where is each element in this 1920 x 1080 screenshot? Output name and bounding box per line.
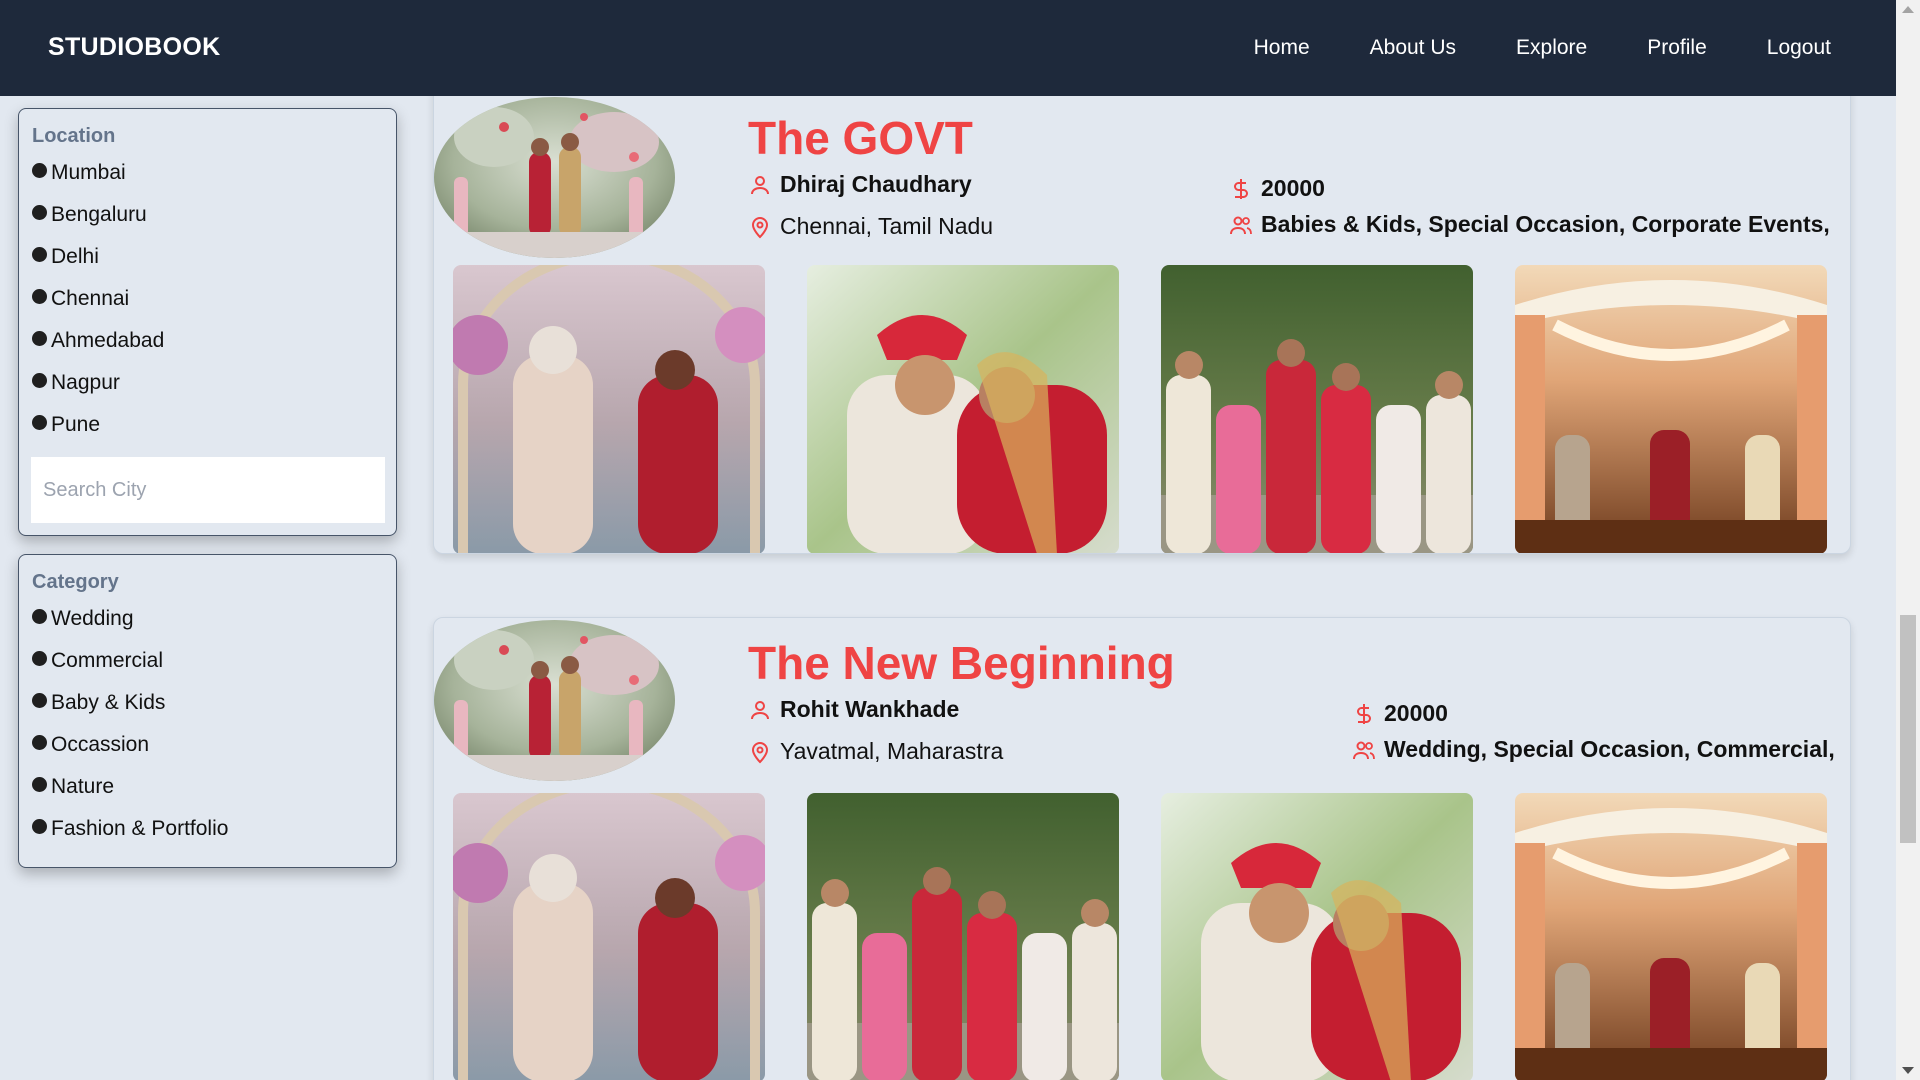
option-label: Fashion & Portfolio [51, 817, 229, 840]
radio-icon[interactable] [32, 204, 47, 220]
users-icon [1230, 216, 1252, 234]
studio-card[interactable]: The New Beginning Rohit Wankhade Yavatma… [433, 617, 1851, 1080]
studio-card[interactable]: The GOVT Dhiraj Chaudhary Chennai, Tamil… [433, 60, 1851, 554]
gallery-photo[interactable] [453, 265, 765, 553]
radio-icon[interactable] [32, 162, 47, 178]
radio-icon[interactable] [32, 330, 47, 346]
location-option-chennai[interactable]: Chennai [32, 287, 129, 311]
navbar: STUDIOBOOK Home About Us Explore Profile… [0, 0, 1896, 96]
studio-location: Chennai, Tamil Nadu [780, 213, 994, 239]
studio-owner: Rohit Wankhade [780, 696, 960, 722]
radio-icon[interactable] [32, 692, 47, 708]
category-filter-panel: Category Wedding Commercial Baby & Kids … [18, 554, 397, 868]
studio-price: 20000 [1384, 700, 1448, 726]
gallery-photo[interactable] [807, 793, 1119, 1080]
scroll-thumb[interactable] [1900, 615, 1916, 843]
studio-name[interactable]: The New Beginning [748, 636, 1175, 690]
location-option-ahmedabad[interactable]: Ahmedabad [32, 329, 164, 353]
option-label: Commercial [51, 649, 164, 672]
location-option-nagpur[interactable]: Nagpur [32, 371, 120, 395]
user-icon [751, 175, 769, 194]
category-option-nature[interactable]: Nature [32, 775, 114, 799]
category-option-fashion-portfolio[interactable]: Fashion & Portfolio [32, 817, 228, 841]
radio-icon[interactable] [32, 734, 47, 750]
dollar-icon [1357, 703, 1371, 724]
studio-price: 20000 [1261, 175, 1325, 201]
category-option-baby-kids[interactable]: Baby & Kids [32, 691, 165, 715]
option-label: Delhi [51, 245, 99, 268]
radio-icon[interactable] [32, 414, 47, 430]
studio-avatar [434, 97, 675, 258]
location-option-pune[interactable]: Pune [32, 413, 100, 437]
page-scrollbar[interactable] [1896, 0, 1920, 1080]
radio-icon[interactable] [32, 288, 47, 304]
radio-icon[interactable] [32, 776, 47, 792]
studio-owner-row: Rohit Wankhade [748, 696, 959, 723]
scroll-up-arrow-icon[interactable] [1902, 6, 1914, 13]
studio-price-row: 20000 [1229, 175, 1325, 202]
user-icon [751, 700, 769, 719]
radio-icon[interactable] [32, 608, 47, 624]
location-pin-icon [751, 216, 769, 238]
option-label: Bengaluru [51, 203, 147, 226]
studio-price-row: 20000 [1352, 700, 1448, 727]
location-option-delhi[interactable]: Delhi [32, 245, 99, 269]
nav-link-explore[interactable]: Explore [1516, 36, 1587, 60]
category-option-occassion[interactable]: Occassion [32, 733, 149, 757]
studio-owner-row: Dhiraj Chaudhary [748, 171, 972, 198]
radio-icon[interactable] [32, 372, 47, 388]
nav-link-logout[interactable]: Logout [1767, 36, 1831, 60]
option-label: Wedding [51, 607, 134, 630]
studio-location-row: Chennai, Tamil Nadu [748, 213, 993, 240]
option-label: Ahmedabad [51, 329, 165, 352]
radio-icon[interactable] [32, 818, 47, 834]
nav-link-about[interactable]: About Us [1370, 36, 1456, 60]
option-label: Baby & Kids [51, 691, 166, 714]
category-filter-title: Category [32, 571, 119, 593]
option-label: Nagpur [51, 371, 120, 394]
studio-owner: Dhiraj Chaudhary [780, 171, 972, 197]
location-filter-title: Location [32, 125, 116, 147]
radio-icon[interactable] [32, 650, 47, 666]
gallery-photo[interactable] [1515, 793, 1827, 1080]
radio-icon[interactable] [32, 246, 47, 262]
studio-location-row: Yavatmal, Maharastra [748, 738, 1003, 765]
location-option-bengaluru[interactable]: Bengaluru [32, 203, 147, 227]
option-label: Pune [51, 413, 101, 436]
search-city-input[interactable] [31, 457, 385, 523]
studio-location: Yavatmal, Maharastra [780, 738, 1004, 764]
gallery-photo[interactable] [1515, 265, 1827, 553]
brand-logo[interactable]: STUDIOBOOK [48, 33, 220, 62]
location-pin-icon [751, 741, 769, 763]
option-label: Chennai [51, 287, 130, 310]
category-option-wedding[interactable]: Wedding [32, 607, 134, 631]
studio-avatar [434, 620, 675, 781]
studio-categories-row: Babies & Kids, Special Occasion, Corpora… [1229, 211, 1830, 238]
studio-name[interactable]: The GOVT [748, 111, 973, 165]
category-option-commercial[interactable]: Commercial [32, 649, 163, 673]
gallery-photo[interactable] [1161, 793, 1473, 1080]
option-label: Nature [51, 775, 115, 798]
option-label: Mumbai [51, 161, 126, 184]
users-icon [1353, 741, 1375, 759]
studio-categories: Babies & Kids, Special Occasion, Corpora… [1261, 211, 1830, 237]
dollar-icon [1234, 178, 1248, 199]
studio-categories: Wedding, Special Occasion, Commercial, [1384, 736, 1835, 762]
nav-links: Home About Us Explore Profile Logout [1194, 36, 1831, 60]
nav-link-profile[interactable]: Profile [1647, 36, 1707, 60]
location-filter-panel: Location Mumbai Bengaluru Delhi Chennai … [18, 108, 397, 536]
gallery-photo[interactable] [807, 265, 1119, 553]
studio-categories-row: Wedding, Special Occasion, Commercial, [1352, 736, 1835, 763]
option-label: Occassion [51, 733, 150, 756]
gallery-photo[interactable] [453, 793, 765, 1080]
location-option-mumbai[interactable]: Mumbai [32, 161, 126, 185]
gallery-photo[interactable] [1161, 265, 1473, 553]
scroll-down-arrow-icon[interactable] [1902, 1067, 1914, 1074]
nav-link-home[interactable]: Home [1254, 36, 1310, 60]
